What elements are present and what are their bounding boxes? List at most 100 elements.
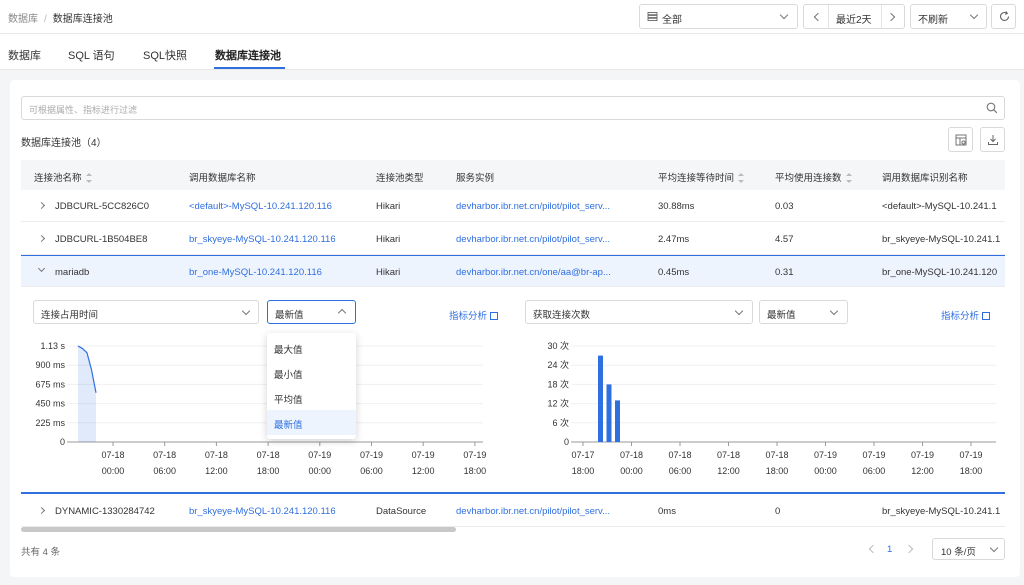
bar	[606, 384, 612, 442]
section-title: 数据库连接池（4）	[21, 138, 107, 149]
expand-icon[interactable]	[37, 201, 46, 210]
column-settings-button[interactable]	[948, 127, 973, 152]
column-header: 调用数据库识别名称	[882, 173, 968, 184]
x-tick-label: 07-18	[717, 450, 740, 460]
page-size-select[interactable]: 10 条/页	[932, 538, 1005, 560]
sort-icon[interactable]	[738, 173, 745, 184]
search-icon	[986, 102, 998, 114]
x-tick-label: 07-19	[308, 450, 331, 460]
x-tick-label: 00:00	[620, 466, 643, 476]
metric-select-left[interactable]: 连接占用时间	[33, 300, 259, 324]
scope-select[interactable]: 全部	[639, 4, 798, 29]
db-name-link[interactable]: <default>-MySQL-10.241.120.116	[189, 201, 332, 212]
x-tick-label: 12:00	[911, 466, 934, 476]
area-fill	[78, 346, 96, 442]
pool-name: JDBCURL-1B504BE8	[55, 234, 148, 245]
table-row-expanded[interactable]: mariadb br_one-MySQL-10.241.120.116 Hika…	[21, 255, 1005, 287]
dropdown-option-latest[interactable]: 最新值	[267, 410, 356, 435]
pool-name: mariadb	[55, 267, 90, 278]
expand-icon[interactable]	[37, 506, 46, 515]
metric-select-value: 连接占用时间	[41, 310, 99, 321]
dropdown-option-max[interactable]: 最大值	[267, 335, 356, 360]
y-tick-label: 0	[564, 437, 569, 447]
expand-icon[interactable]	[37, 234, 46, 243]
sort-icon[interactable]	[845, 173, 852, 184]
breadcrumb-root[interactable]: 数据库	[8, 14, 38, 25]
chevron-right-icon[interactable]	[886, 12, 896, 22]
tab-database[interactable]: 数据库	[8, 47, 41, 63]
column-header: 调用数据库名称	[189, 173, 256, 184]
metric-analysis-link-right[interactable]: 指标分析	[941, 308, 991, 322]
filter-input[interactable]: 可根据属性、指标进行过滤	[21, 96, 1005, 120]
bar	[615, 400, 620, 442]
y-tick-label: 12 次	[547, 398, 569, 409]
pool-type: Hikari	[376, 201, 401, 212]
db-identifier: <default>-MySQL-10.241.1	[882, 201, 997, 212]
x-tick-label: 00:00	[309, 466, 332, 476]
external-link-icon	[490, 312, 499, 320]
table-row[interactable]: DYNAMIC-1330284742 br_skyeye-MySQL-10.24…	[21, 495, 1005, 527]
x-tick-label: 07-19	[911, 450, 934, 460]
metric-analysis-link-left[interactable]: 指标分析	[449, 308, 499, 322]
column-header[interactable]: 连接池名称	[34, 170, 92, 184]
table-settings-icon	[955, 134, 967, 146]
x-tick-label: 12:00	[205, 466, 228, 476]
avg-wait-time: 0.45ms	[658, 267, 690, 278]
db-name-link[interactable]: br_one-MySQL-10.241.120.116	[189, 267, 322, 278]
chevron-down-icon	[779, 10, 789, 20]
dropdown-option-min[interactable]: 最小值	[267, 360, 356, 385]
x-tick-label: 18:00	[960, 466, 983, 476]
page-number[interactable]: 1	[887, 544, 892, 555]
aggregation-select-left[interactable]: 最新值	[267, 300, 356, 324]
refresh-mode-value: 不刷新	[918, 15, 948, 26]
chevron-down-icon	[989, 543, 999, 553]
x-tick-label: 07-19	[862, 450, 885, 460]
service-instance-link[interactable]: devharbor.ibr.net.cn/pilot/pilot_serv...	[456, 234, 610, 245]
column-header[interactable]: 平均连接等待时间	[658, 170, 745, 184]
dropdown-option-avg[interactable]: 平均值	[267, 385, 356, 410]
avg-connections: 4.57	[775, 234, 794, 245]
tab-bar: 数据库 SQL 语句 SQL快照 数据库连接池	[0, 34, 1024, 70]
breadcrumb-current: 数据库连接池	[52, 14, 113, 25]
aggregation-select-value: 最新值	[275, 310, 304, 321]
service-instance-link[interactable]: devharbor.ibr.net.cn/one/aa@br-ap...	[456, 267, 611, 278]
collapse-icon[interactable]	[37, 264, 46, 273]
db-name-link[interactable]: br_skyeye-MySQL-10.241.120.116	[189, 506, 336, 517]
page-size-value: 10 条/页	[941, 547, 976, 558]
horizontal-scrollbar[interactable]	[21, 527, 456, 532]
scope-select-value: 全部	[662, 15, 682, 26]
x-tick-label: 18:00	[257, 466, 280, 476]
table-row[interactable]: JDBCURL-5CC826C0 <default>-MySQL-10.241.…	[21, 190, 1005, 222]
column-header[interactable]: 平均使用连接数	[775, 170, 852, 184]
tab-sql-snapshot[interactable]: SQL快照	[143, 47, 187, 63]
top-bar: 数据库 / 数据库连接池 全部 最近2天 不刷新	[0, 0, 1024, 34]
table-row[interactable]: JDBCURL-1B504BE8 br_skyeye-MySQL-10.241.…	[21, 223, 1005, 255]
sort-icon[interactable]	[85, 173, 92, 184]
x-tick-label: 06:00	[360, 466, 383, 476]
tab-connection-pool[interactable]: 数据库连接池	[215, 47, 281, 63]
db-name-link[interactable]: br_skyeye-MySQL-10.241.120.116	[189, 234, 336, 245]
time-range-picker[interactable]: 最近2天	[803, 4, 905, 29]
chevron-left-icon[interactable]	[813, 12, 823, 22]
avg-wait-time: 2.47ms	[658, 234, 690, 245]
aggregation-select-right[interactable]: 最新值	[759, 300, 848, 324]
x-tick-label: 12:00	[717, 466, 740, 476]
x-tick-label: 07-18	[205, 450, 228, 460]
total-count: 共有 4 条	[21, 547, 61, 558]
metric-select-right[interactable]: 获取连接次数	[525, 300, 753, 324]
x-tick-label: 12:00	[412, 466, 435, 476]
service-instance-link[interactable]: devharbor.ibr.net.cn/pilot/pilot_serv...	[456, 201, 610, 212]
download-button[interactable]	[980, 127, 1005, 152]
x-tick-label: 07-18	[153, 450, 176, 460]
x-tick-label: 07-17	[571, 450, 594, 460]
active-tab-indicator	[214, 67, 285, 69]
db-identifier: br_skyeye-MySQL-10.241.1	[882, 506, 1001, 517]
refresh-button[interactable]	[991, 4, 1016, 29]
refresh-mode-select[interactable]: 不刷新	[910, 4, 987, 29]
service-instance-link[interactable]: devharbor.ibr.net.cn/pilot/pilot_serv...	[456, 506, 610, 517]
aggregation-select-value: 最新值	[767, 310, 796, 321]
download-icon	[988, 135, 998, 145]
chevron-down-icon	[241, 306, 251, 316]
y-tick-label: 18 次	[547, 378, 569, 389]
tab-sql-statements[interactable]: SQL 语句	[68, 47, 115, 63]
